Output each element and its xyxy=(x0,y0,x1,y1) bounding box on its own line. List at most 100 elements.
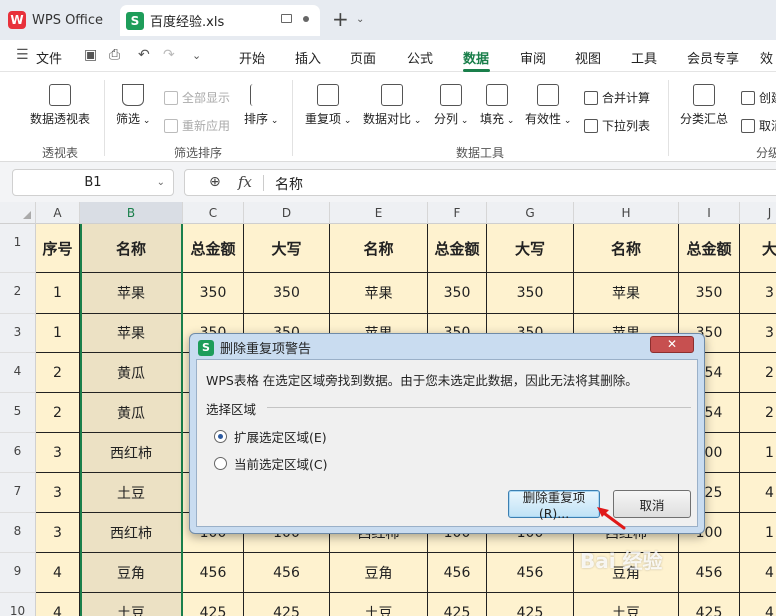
filter-button[interactable]: 筛选 ⌄ xyxy=(116,78,150,127)
cell-d9[interactable]: 456 xyxy=(244,553,330,593)
duplicates-button[interactable]: 重复项 ⌄ xyxy=(305,78,351,127)
menu-tab-page[interactable]: 页面 xyxy=(350,48,376,67)
column-header-d[interactable]: D xyxy=(244,202,330,224)
formula-content[interactable]: 名称 xyxy=(275,174,303,194)
reapply-button[interactable]: 重新应用 xyxy=(164,117,230,134)
cell-i10[interactable]: 425 xyxy=(679,593,740,616)
monitor-icon[interactable] xyxy=(281,14,292,23)
row-header-7[interactable]: 7 xyxy=(0,473,36,513)
pivot-table-button[interactable]: 数据透视表 xyxy=(30,78,90,127)
row-header-9[interactable]: 9 xyxy=(0,553,36,593)
cell-h2[interactable]: 苹果 xyxy=(574,273,679,314)
sort-button[interactable]: 排序 ⌄ xyxy=(244,78,278,127)
cell-j3[interactable]: 3 xyxy=(740,314,776,353)
save-icon[interactable]: ▣ xyxy=(84,47,97,63)
dropdown-list-button[interactable]: 下拉列表 xyxy=(584,117,650,134)
cell-h10[interactable]: 土豆 xyxy=(574,593,679,616)
cell-i2[interactable]: 350 xyxy=(679,273,740,314)
consolidate-button[interactable]: 合并计算 xyxy=(584,89,650,106)
cell-f9[interactable]: 456 xyxy=(428,553,487,593)
cell-i1[interactable]: 总金额 xyxy=(679,224,740,273)
column-header-g[interactable]: G xyxy=(487,202,574,224)
cell-a10[interactable]: 4 xyxy=(36,593,80,616)
cell-c10[interactable]: 425 xyxy=(183,593,244,616)
column-header-c[interactable]: C xyxy=(183,202,244,224)
cell-a5[interactable]: 2 xyxy=(36,393,80,433)
cell-a3[interactable]: 1 xyxy=(36,314,80,353)
row-header-10[interactable]: 10 xyxy=(0,593,36,616)
cell-j4[interactable]: 2 xyxy=(740,353,776,393)
cell-d1[interactable]: 大写 xyxy=(244,224,330,273)
menu-tab-review[interactable]: 审阅 xyxy=(520,48,546,67)
fill-button[interactable]: 填充 ⌄ xyxy=(480,78,514,127)
row-header-4[interactable]: 4 xyxy=(0,353,36,393)
cell-f1[interactable]: 总金额 xyxy=(428,224,487,273)
menu-tab-member[interactable]: 会员专享 xyxy=(687,48,739,67)
row-header-2[interactable]: 2 xyxy=(0,273,36,314)
cell-g9[interactable]: 456 xyxy=(487,553,574,593)
file-tab[interactable]: S 百度经验.xls xyxy=(120,5,320,36)
row-header-3[interactable]: 3 xyxy=(0,314,36,353)
menu-file[interactable]: 文件 xyxy=(36,48,62,67)
cell-h1[interactable]: 名称 xyxy=(574,224,679,273)
cell-g10[interactable]: 425 xyxy=(487,593,574,616)
wps-office-tab[interactable]: W WPS Office xyxy=(8,6,103,34)
fx-icon[interactable]: fx xyxy=(238,173,252,191)
cell-b7[interactable]: 土豆 xyxy=(80,473,183,513)
row-header-8[interactable]: 8 xyxy=(0,513,36,553)
menu-tab-data[interactable]: 数据 xyxy=(463,48,489,67)
cell-j5[interactable]: 2 xyxy=(740,393,776,433)
column-header-e[interactable]: E xyxy=(330,202,428,224)
menu-tab-tools[interactable]: 工具 xyxy=(631,48,657,67)
cell-c9[interactable]: 456 xyxy=(183,553,244,593)
cell-e10[interactable]: 土豆 xyxy=(330,593,428,616)
cell-j1[interactable]: 大 xyxy=(740,224,776,273)
chevron-down-icon[interactable]: ⌄ xyxy=(356,14,364,25)
expand-selection-radio[interactable]: 扩展选定区域(E) xyxy=(214,427,327,446)
radio-checked-icon[interactable] xyxy=(214,430,227,443)
cell-a6[interactable]: 3 xyxy=(36,433,80,473)
data-compare-button[interactable]: 数据对比 ⌄ xyxy=(363,78,421,127)
cell-a7[interactable]: 3 xyxy=(36,473,80,513)
column-header-i[interactable]: I xyxy=(679,202,740,224)
redo-icon[interactable]: ↷ xyxy=(163,47,175,63)
cell-b9[interactable]: 豆角 xyxy=(80,553,183,593)
cell-e9[interactable]: 豆角 xyxy=(330,553,428,593)
cell-c2[interactable]: 350 xyxy=(183,273,244,314)
split-column-button[interactable]: 分列 ⌄ xyxy=(434,78,468,127)
cell-a2[interactable]: 1 xyxy=(36,273,80,314)
cell-g1[interactable]: 大写 xyxy=(487,224,574,273)
cell-b10[interactable]: 土豆 xyxy=(80,593,183,616)
more-chevron-icon[interactable]: ⌄ xyxy=(192,49,201,62)
cell-b1[interactable]: 名称 xyxy=(80,224,183,273)
column-header-j[interactable]: J xyxy=(740,202,776,224)
cell-f10[interactable]: 425 xyxy=(428,593,487,616)
column-header-f[interactable]: F xyxy=(428,202,487,224)
cell-j9[interactable]: 4 xyxy=(740,553,776,593)
unsaved-dot-icon[interactable] xyxy=(303,16,309,22)
menu-tab-view[interactable]: 视图 xyxy=(575,48,601,67)
column-header-b[interactable]: B xyxy=(80,202,183,224)
cell-a8[interactable]: 3 xyxy=(36,513,80,553)
cell-a4[interactable]: 2 xyxy=(36,353,80,393)
cell-i9[interactable]: 456 xyxy=(679,553,740,593)
cell-g2[interactable]: 350 xyxy=(487,273,574,314)
cell-f2[interactable]: 350 xyxy=(428,273,487,314)
menu-tab-formula[interactable]: 公式 xyxy=(407,48,433,67)
ungroup-button[interactable]: 取消 xyxy=(741,117,776,134)
select-all-corner[interactable] xyxy=(0,202,36,224)
cell-c1[interactable]: 总金额 xyxy=(183,224,244,273)
print-preview-icon[interactable]: ⎙ xyxy=(109,47,120,63)
radio-unchecked-icon[interactable] xyxy=(214,457,227,470)
show-all-button[interactable]: 全部显示 xyxy=(164,89,230,106)
chevron-down-icon[interactable]: ⌄ xyxy=(157,170,165,195)
cell-a9[interactable]: 4 xyxy=(36,553,80,593)
subtotal-button[interactable]: 分类汇总 xyxy=(680,78,728,127)
current-selection-radio[interactable]: 当前选定区域(C) xyxy=(214,454,327,473)
menu-tab-insert[interactable]: 插入 xyxy=(295,48,321,67)
new-tab-button[interactable]: + xyxy=(332,8,349,30)
cell-j10[interactable]: 4 xyxy=(740,593,776,616)
row-header-6[interactable]: 6 xyxy=(0,433,36,473)
column-header-a[interactable]: A xyxy=(36,202,80,224)
cell-j2[interactable]: 3 xyxy=(740,273,776,314)
